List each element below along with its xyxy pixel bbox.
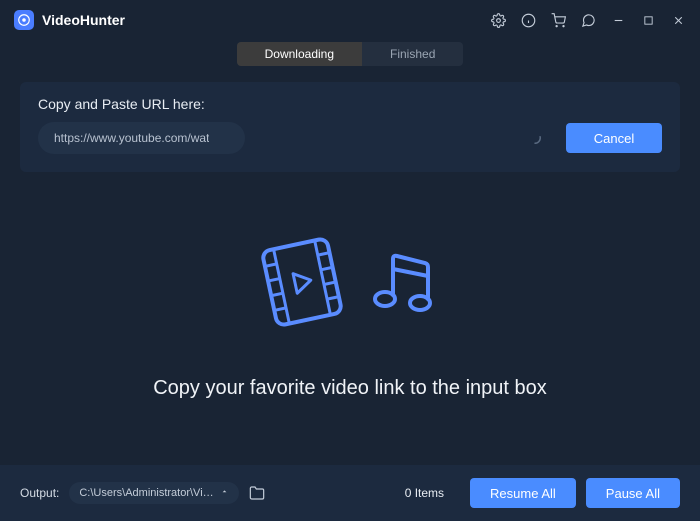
app-title: VideoHunter bbox=[42, 12, 125, 28]
main-hero: Copy your favorite video link to the inp… bbox=[0, 232, 700, 400]
output-label: Output: bbox=[20, 486, 59, 500]
output-path-selector[interactable]: C:\Users\Administrator\VidP bbox=[69, 482, 239, 504]
open-folder-button[interactable] bbox=[249, 485, 265, 501]
hero-message: Copy your favorite video link to the inp… bbox=[153, 377, 547, 400]
items-count: 0 Items bbox=[405, 486, 444, 500]
window-controls bbox=[490, 12, 686, 28]
chevron-up-icon bbox=[220, 487, 229, 499]
pause-all-button[interactable]: Pause All bbox=[586, 478, 680, 508]
minimize-icon[interactable] bbox=[610, 12, 626, 28]
info-icon[interactable] bbox=[520, 12, 536, 28]
cancel-button[interactable]: Cancel bbox=[566, 123, 662, 153]
tabs: Downloading Finished bbox=[0, 42, 700, 66]
tab-finished[interactable]: Finished bbox=[362, 42, 463, 66]
output-path-text: C:\Users\Administrator\VidP bbox=[79, 487, 214, 499]
music-note-icon bbox=[365, 243, 443, 326]
url-input[interactable] bbox=[38, 122, 245, 154]
url-input-wrap bbox=[38, 122, 554, 154]
bottom-bar: Output: C:\Users\Administrator\VidP 0 It… bbox=[0, 465, 700, 521]
cart-icon[interactable] bbox=[550, 12, 566, 28]
resume-all-button[interactable]: Resume All bbox=[470, 478, 576, 508]
loading-spinner-icon bbox=[528, 131, 542, 145]
app-logo bbox=[14, 10, 34, 30]
tab-group: Downloading Finished bbox=[237, 42, 464, 66]
close-icon[interactable] bbox=[670, 12, 686, 28]
tab-downloading[interactable]: Downloading bbox=[237, 42, 362, 66]
settings-icon[interactable] bbox=[490, 12, 506, 28]
hero-icons bbox=[257, 232, 443, 337]
url-panel: Copy and Paste URL here: Cancel bbox=[20, 82, 680, 172]
brand: VideoHunter bbox=[14, 10, 125, 30]
video-film-icon bbox=[257, 232, 347, 337]
maximize-icon[interactable] bbox=[640, 12, 656, 28]
titlebar: VideoHunter bbox=[0, 0, 700, 40]
feedback-icon[interactable] bbox=[580, 12, 596, 28]
url-row: Cancel bbox=[38, 122, 662, 154]
url-label: Copy and Paste URL here: bbox=[38, 96, 662, 112]
